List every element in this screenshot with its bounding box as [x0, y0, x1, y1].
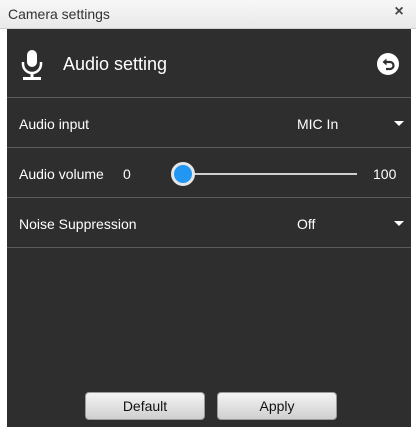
audio-volume-row: Audio volume 0 100 — [7, 148, 411, 198]
page-title: Audio setting — [63, 54, 168, 74]
audio-volume-label: Audio volume — [19, 166, 104, 182]
audio-input-label: Audio input — [19, 116, 90, 132]
apply-button[interactable]: Apply — [217, 392, 337, 420]
volume-min-label: 0 — [123, 166, 131, 182]
noise-suppression-row: Noise Suppression Off — [7, 198, 411, 248]
audio-settings-panel: Audio setting Audio input MIC In Audio v… — [7, 29, 411, 427]
microphone-icon — [21, 50, 43, 80]
title-bar: Camera settings × — [0, 0, 416, 29]
camera-settings-window: Camera settings × Audio setting Audio in… — [0, 0, 416, 427]
volume-slider-track[interactable] — [183, 173, 357, 175]
window-title: Camera settings — [8, 6, 110, 22]
panel-header: Audio setting — [7, 29, 411, 98]
noise-suppression-select[interactable]: Off — [297, 216, 315, 232]
noise-suppression-label: Noise Suppression — [19, 216, 137, 232]
volume-max-label: 100 — [373, 166, 397, 182]
volume-slider-thumb[interactable] — [171, 162, 195, 186]
default-button[interactable]: Default — [85, 392, 205, 420]
chevron-down-icon[interactable] — [394, 121, 404, 126]
close-button[interactable]: × — [390, 2, 408, 22]
audio-input-row: Audio input MIC In — [7, 98, 411, 148]
chevron-down-icon[interactable] — [394, 221, 404, 226]
audio-input-select[interactable]: MIC In — [297, 116, 338, 132]
back-arrow-icon[interactable] — [377, 53, 399, 75]
